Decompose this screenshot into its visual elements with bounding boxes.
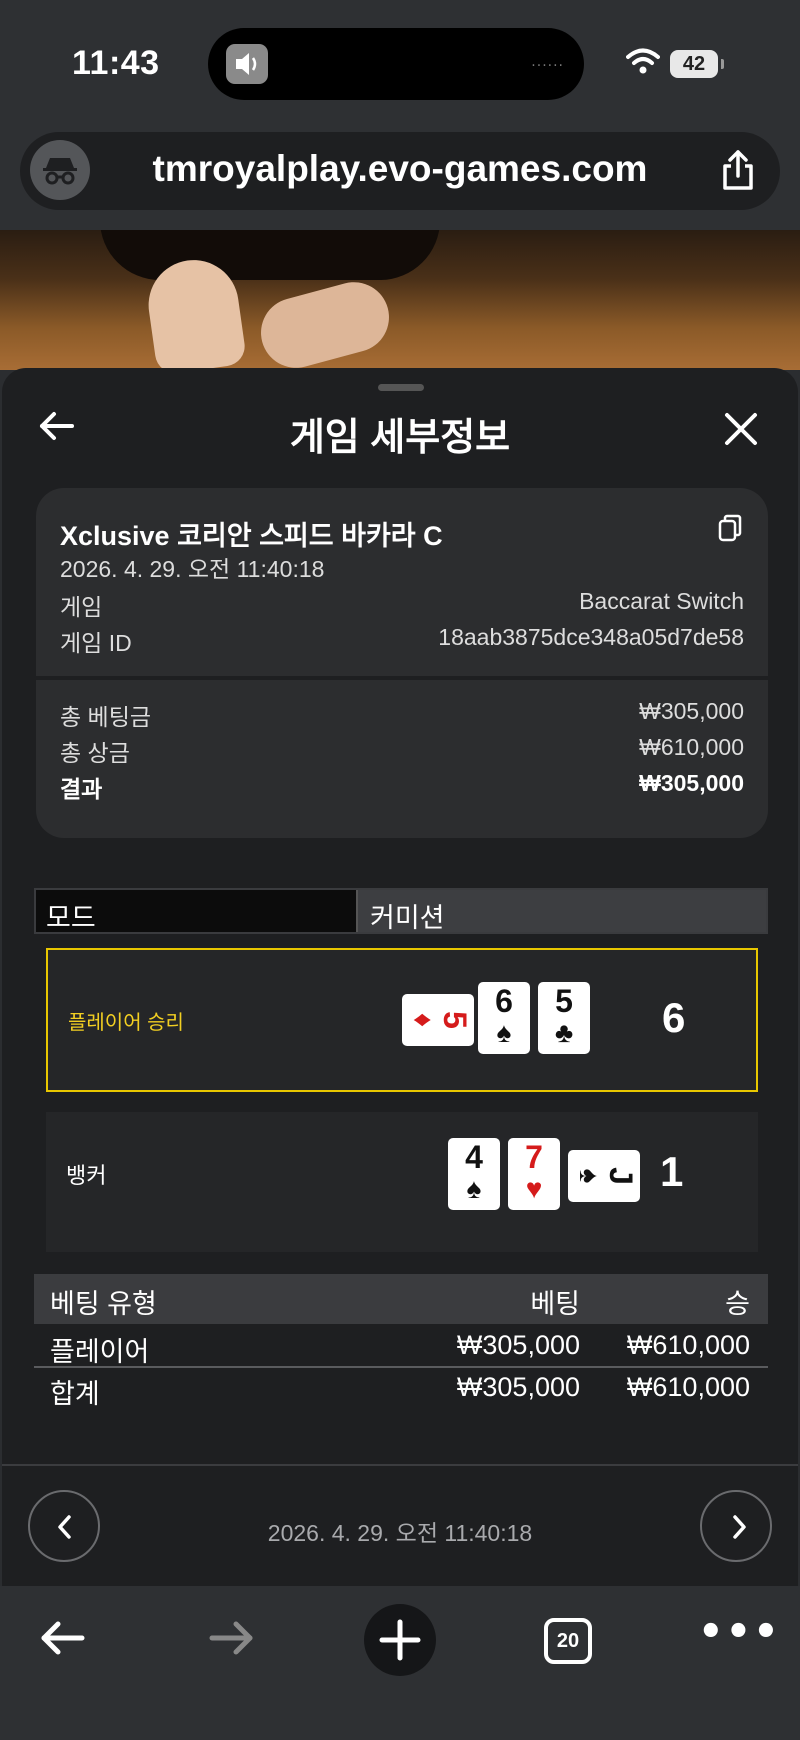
divider [36, 676, 768, 680]
table-cell: ₩305,000 [456, 1372, 580, 1402]
total-win-row: 총 상금 ₩610,000 [60, 734, 744, 768]
url-text[interactable]: tmroyalplay.evo-games.com [20, 148, 780, 190]
dynamic-island: ······ [208, 28, 584, 100]
address-bar[interactable]: tmroyalplay.evo-games.com [20, 132, 780, 210]
table-cell: ₩305,000 [456, 1330, 580, 1360]
browser-toolbar: 20 ••• [0, 1586, 800, 1740]
game-info-card: Xclusive 코리안 스피드 바카라 C 2026. 4. 29. 오전 1… [36, 488, 768, 838]
banker-hand: 뱅커 4 ♠ 7 ♥ J ♠ 1 [46, 1112, 758, 1252]
game-id-row: 게임 ID 18aab3875dce348a05d7de58 [60, 624, 744, 658]
wifi-icon [626, 48, 660, 79]
game-label: 게임 [60, 594, 103, 620]
divider [2, 1464, 798, 1466]
next-round-button[interactable] [700, 1490, 772, 1562]
live-video-feed [0, 230, 800, 370]
speaker-icon [226, 44, 268, 84]
close-icon[interactable] [724, 412, 758, 451]
playing-card: 4 ♠ [448, 1138, 500, 1210]
chevron-right-icon [733, 1515, 746, 1539]
table-total-row: 합계 ₩305,000 ₩610,000 [34, 1370, 768, 1410]
clock: 11:43 [72, 44, 160, 82]
total-bet-label: 총 베팅금 [60, 704, 152, 730]
status-bar: 11:43 ······ 42 [0, 0, 800, 118]
dealer-hand-image [253, 274, 397, 370]
column-header: 베팅 [530, 1289, 580, 1319]
page-title: 게임 세부정보 [289, 417, 511, 459]
player-result-label: 플레이어 승리 [68, 1012, 184, 1034]
total-win-label: 총 상금 [60, 740, 130, 766]
battery-indicator: 42 [670, 50, 724, 78]
playing-card: 6 ♠ [478, 982, 530, 1054]
browser-back-icon[interactable] [38, 1616, 86, 1665]
game-info-section: Xclusive 코리안 스피드 바카라 C 2026. 4. 29. 오전 1… [36, 488, 768, 676]
table-cell: ₩610,000 [626, 1372, 750, 1402]
copy-icon[interactable] [718, 514, 742, 547]
banker-label: 뱅커 [66, 1163, 107, 1188]
screen: 11:43 ······ 42 tmroyalplay.evo-games.co… [0, 0, 800, 1740]
result-value: ₩305,000 [639, 770, 744, 796]
table-row: 플레이어 ₩305,000 ₩610,000 [34, 1328, 768, 1368]
activity-dots-icon: ······ [531, 58, 564, 74]
game-id-label: 게임 ID [60, 630, 132, 656]
round-datetime: 2026. 4. 29. 오전 11:40:18 [267, 1520, 533, 1546]
more-menu-icon[interactable]: ••• [698, 1612, 781, 1652]
total-win-value: ₩610,000 [639, 734, 744, 760]
game-title: Xclusive 코리안 스피드 바카라 C [60, 521, 443, 551]
playing-card: 5 ♦ [402, 994, 474, 1046]
dealer-image [100, 230, 440, 280]
new-tab-button[interactable] [364, 1604, 436, 1676]
bets-table-header: 베팅 유형 베팅 승 [34, 1274, 768, 1324]
browser-address-area: tmroyalplay.evo-games.com [0, 118, 800, 230]
table-cell: ₩610,000 [626, 1330, 750, 1360]
plus-icon [379, 1619, 421, 1661]
banker-score: 1 [660, 1148, 684, 1195]
total-bet-value: ₩305,000 [639, 698, 744, 724]
game-value: Baccarat Switch [579, 588, 744, 614]
game-id-value: 18aab3875dce348a05d7de58 [438, 624, 744, 650]
mode-value: 커미션 [356, 890, 766, 933]
game-row: 게임 Baccarat Switch [60, 588, 744, 622]
total-bet-row: 총 베팅금 ₩305,000 [60, 698, 744, 732]
result-row: 결과 ₩305,000 [60, 770, 744, 804]
drag-handle[interactable] [378, 384, 424, 391]
mode-label: 모드 [36, 890, 356, 933]
playing-card: J ♠ [568, 1150, 640, 1202]
column-header: 베팅 유형 [50, 1289, 157, 1319]
playing-card: 7 ♥ [508, 1138, 560, 1210]
table-cell: 플레이어 [50, 1337, 150, 1367]
playing-card: 5 ♣ [538, 982, 590, 1054]
player-hand: 플레이어 승리 5 ♦ 6 ♠ 5 ♣ 6 [46, 948, 758, 1092]
game-datetime: 2026. 4. 29. 오전 11:40:18 [60, 556, 325, 582]
tabs-button[interactable]: 20 [544, 1618, 592, 1664]
share-icon[interactable] [718, 148, 758, 197]
table-cell: 합계 [50, 1379, 100, 1409]
player-score: 6 [662, 994, 686, 1041]
column-header: 승 [725, 1289, 750, 1319]
game-details-panel: 게임 세부정보 Xclusive 코리안 스피드 바카라 C 2026. 4. … [2, 368, 798, 1588]
result-label: 결과 [60, 776, 103, 802]
mode-row: 모드 커미션 [34, 888, 768, 934]
browser-forward-icon [208, 1616, 256, 1665]
